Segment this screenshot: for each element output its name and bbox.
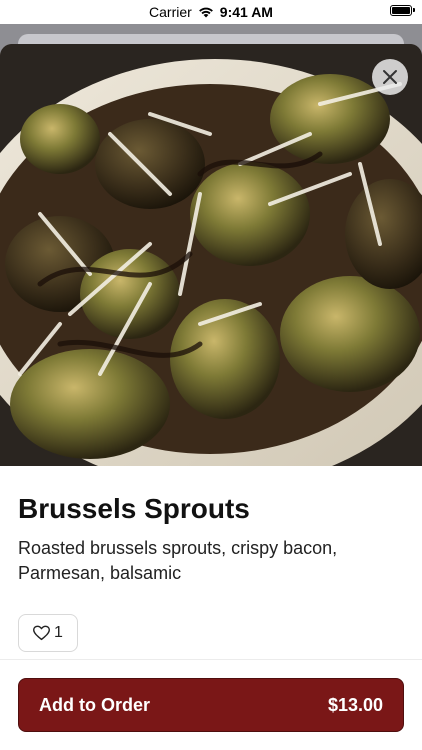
like-button[interactable]: 1 bbox=[18, 614, 78, 652]
battery-icon bbox=[390, 5, 415, 16]
item-title: Brussels Sprouts bbox=[18, 493, 250, 524]
item-photo bbox=[0, 44, 422, 466]
add-to-order-label: Add to Order bbox=[39, 694, 150, 715]
status-bar: Carrier 9:41 AM bbox=[0, 0, 422, 24]
clock: 9:41 AM bbox=[219, 4, 273, 20]
item-detail-sheet: Brussels Sprouts Roasted brussels sprout… bbox=[0, 44, 422, 750]
item-description: Roasted brussels sprouts, crispy bacon, … bbox=[18, 538, 338, 583]
like-count: 1 bbox=[54, 624, 63, 641]
app-screen: Carrier 9:41 AM Brussels Sprouts Roasted… bbox=[0, 0, 422, 750]
item-details: Brussels Sprouts Roasted brussels sprout… bbox=[0, 466, 422, 652]
close-icon bbox=[383, 70, 397, 84]
wifi-icon bbox=[198, 7, 213, 18]
heart-icon bbox=[33, 625, 50, 641]
add-to-order-button[interactable]: Add to Order $13.00 bbox=[18, 678, 404, 732]
brussels-sprouts-image bbox=[0, 44, 422, 466]
price-label: $13.00 bbox=[327, 694, 383, 715]
close-button[interactable] bbox=[372, 59, 408, 95]
order-footer: Add to Order $13.00 bbox=[0, 659, 422, 750]
carrier-label: Carrier bbox=[149, 4, 192, 20]
